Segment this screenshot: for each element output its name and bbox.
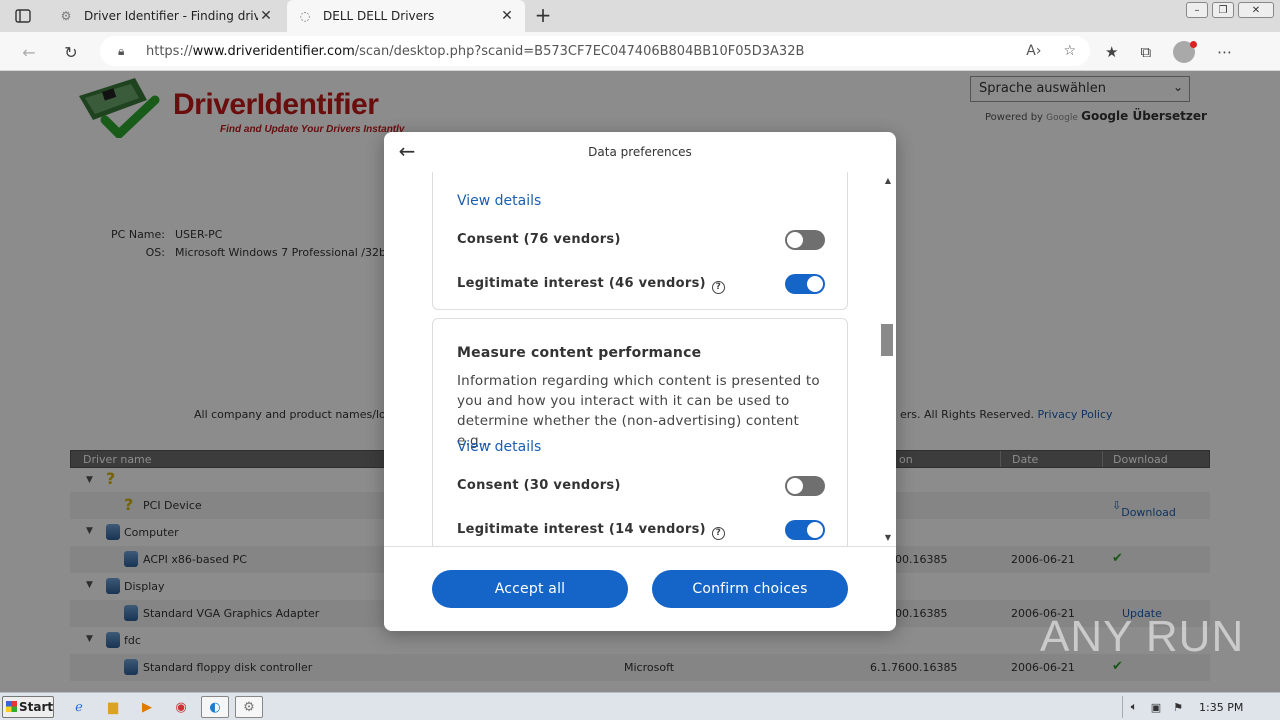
minimize-button[interactable]: – [1186,2,1208,18]
internet-explorer-icon[interactable]: ℯ [68,696,90,718]
profile-avatar[interactable] [1173,41,1198,63]
tab-title: DELL DELL Drivers [323,9,435,23]
volume-icon[interactable]: 🔈︎ [1123,700,1145,714]
legitimate-interest-toggle[interactable] [785,274,825,294]
legitimate-interest-toggle[interactable] [785,520,825,540]
consent-label: Consent (76 vendors) [457,232,621,247]
help-icon[interactable]: ? [711,527,725,540]
purpose-card-measure-content: Measure content performance Information … [432,318,848,546]
more-options-icon[interactable]: ⋯ [1217,43,1232,61]
purpose-card: View details Consent (76 vendors) Legiti… [432,172,848,310]
edge-icon[interactable]: ◐ [201,696,229,718]
close-tab-icon[interactable]: ✕ [258,8,274,24]
address-bar-row: ← ↻ 🔒︎ https://www.driveridentifier.com /… [0,32,1280,71]
refresh-icon[interactable]: ↻ [60,41,82,63]
scroll-up-arrow-icon[interactable]: ▲ [884,176,892,185]
collections-icon[interactable]: ⧉ [1140,43,1151,61]
window-controls: – ❐ ✕ [1186,2,1274,18]
system-tray: 🔈︎ ▣ ⚑ 1:35 PM [1122,696,1278,718]
consent-row: Consent (30 vendors) [457,475,825,497]
new-tab-button[interactable]: + [532,5,554,27]
consent-toggle[interactable] [785,230,825,250]
close-tab-icon[interactable]: ✕ [499,8,515,24]
consent-row: Consent (76 vendors) [457,229,825,251]
taskbar: Start ℯ ▆ ▶ ◉ ◐ ⚙ 🔈︎ ▣ ⚑ 1:35 PM [0,692,1280,720]
read-aloud-icon[interactable]: A› [1026,43,1041,59]
confirm-choices-button[interactable]: Confirm choices [652,570,848,608]
tab-title: Driver Identifier - Finding drivers [84,9,258,23]
consent-label: Consent (30 vendors) [457,478,621,493]
accept-all-button[interactable]: Accept all [432,570,628,608]
chrome-icon[interactable]: ◉ [170,696,192,718]
view-details-link[interactable]: View details [457,439,541,455]
flag-icon[interactable]: ⚑ [1167,701,1189,714]
network-icon[interactable]: ▣ [1145,701,1167,714]
help-icon[interactable]: ? [711,281,725,294]
scrollbar-thumb[interactable] [881,324,893,356]
lock-icon: 🔒︎ [118,43,125,58]
consent-toggle[interactable] [785,476,825,496]
favorites-icon[interactable]: ★ [1105,43,1118,61]
loading-icon: ◌ [299,9,311,23]
dialog-scroll-area[interactable]: View details Consent (76 vendors) Legiti… [384,172,880,546]
legitimate-interest-label: Legitimate interest (14 vendors) [457,522,706,537]
url-path: /scan/desktop.php?scanid=B573CF7EC047406… [354,43,805,59]
legitimate-interest-label: Legitimate interest (46 vendors) [457,276,706,291]
url-input[interactable]: 🔒︎ https://www.driveridentifier.com/scan… [100,36,1090,66]
file-explorer-icon[interactable]: ▆ [102,696,124,718]
scroll-down-arrow-icon[interactable]: ▼ [884,533,892,542]
app-gear-icon[interactable]: ⚙ [235,696,263,718]
clock[interactable]: 1:35 PM [1199,701,1243,714]
data-preferences-dialog: ← Data preferences View details Consent … [384,132,896,631]
anyrun-watermark: ANY RUN [1040,612,1245,661]
media-player-icon[interactable]: ▶ [136,696,158,718]
restore-button[interactable]: ❐ [1212,2,1234,18]
gear-icon: ⚙ [60,9,72,23]
dialog-title: Data preferences [588,145,692,159]
close-window-button[interactable]: ✕ [1238,2,1274,18]
legitimate-interest-row: Legitimate interest (46 vendors)? [457,273,825,295]
view-details-link[interactable]: View details [457,193,541,209]
tab-dell-drivers[interactable]: ◌ DELL DELL Drivers ✕ [287,0,525,32]
tab-actions-icon[interactable] [8,6,38,26]
legitimate-interest-row: Legitimate interest (14 vendors)? [457,519,825,541]
dialog-header: ← Data preferences [384,132,896,172]
url-scheme: https:// [146,43,193,59]
url-host: www.driveridentifier.com [192,43,355,59]
dialog-footer: Accept all Confirm choices [384,546,896,631]
tab-driver-identifier[interactable]: ⚙ Driver Identifier - Finding drivers ✕ [48,0,284,32]
dialog-scrollbar[interactable]: ▲ ▼ [880,172,896,546]
back-icon[interactable]: ← [18,41,40,63]
purpose-title: Measure content performance [457,345,702,361]
start-button[interactable]: Start [2,696,54,718]
browser-tab-bar: ⚙ Driver Identifier - Finding drivers ✕ … [0,0,1280,32]
add-favorite-icon[interactable]: ☆ [1063,43,1076,59]
